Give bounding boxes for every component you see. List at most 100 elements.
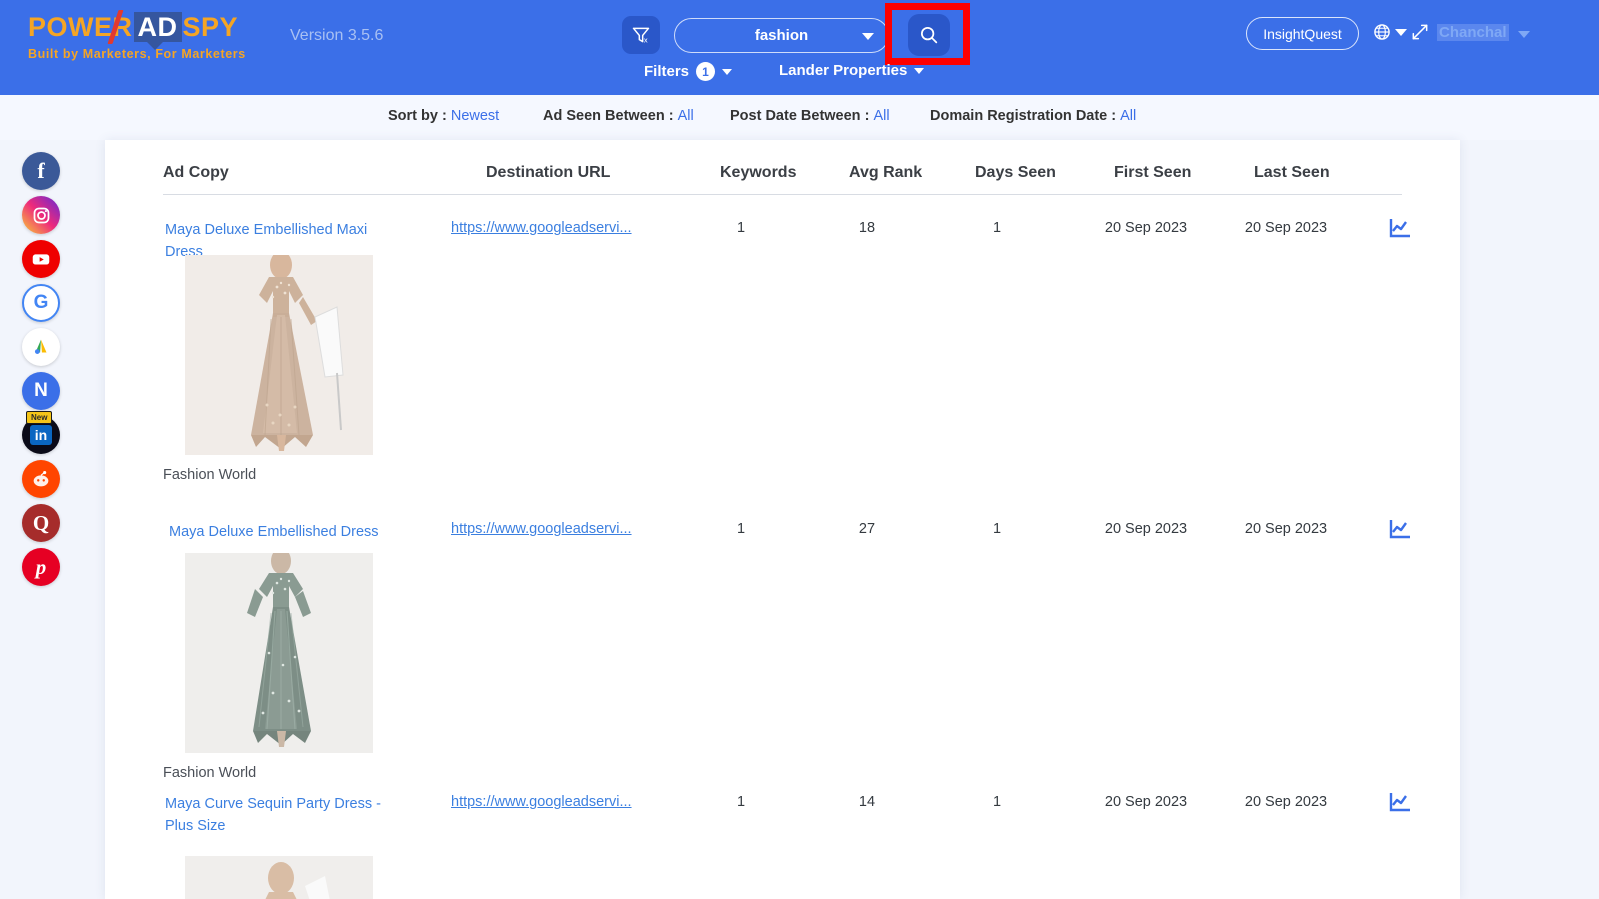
ad-thumbnail[interactable] <box>185 255 373 455</box>
platform-sidebar: f G N in New Q p <box>0 140 88 899</box>
expand-icon <box>1412 24 1428 40</box>
column-header-keywords[interactable]: Keywords <box>720 164 796 182</box>
column-header-destination-url[interactable]: Destination URL <box>486 164 610 182</box>
search-input[interactable]: fashion <box>674 18 889 53</box>
table-row: Maya Deluxe Embellished Dress https://ww… <box>105 473 1460 781</box>
ad-copy-link[interactable]: Maya Deluxe Embellished Dress <box>169 521 409 543</box>
destination-url-link[interactable]: https://www.googleadservi... <box>451 220 632 236</box>
dress-image <box>185 553 373 753</box>
sidebar-item-youtube[interactable] <box>22 240 60 278</box>
last-seen-value: 20 Sep 2023 <box>1244 220 1328 236</box>
first-seen-value: 20 Sep 2023 <box>1104 794 1188 810</box>
trend-chart-button[interactable] <box>1388 518 1412 545</box>
quora-icon: Q <box>32 510 50 535</box>
sidebar-item-quora[interactable]: Q <box>22 504 60 542</box>
chevron-down-icon[interactable] <box>862 33 874 40</box>
logo[interactable]: POWER AD SPY Built by Marketers, For Marke… <box>28 10 268 61</box>
sort-by-label: Sort by : <box>388 108 447 124</box>
dress-image <box>185 255 373 455</box>
chevron-down-icon <box>1395 29 1407 36</box>
chevron-down-icon <box>722 68 733 75</box>
days-seen-value: 1 <box>992 220 1002 236</box>
keywords-value: 1 <box>736 220 746 236</box>
sidebar-item-pinterest[interactable]: p <box>22 548 60 586</box>
table-row: Maya Deluxe Embellished Maxi Dress https… <box>105 195 1460 483</box>
globe-icon <box>1374 24 1390 40</box>
sidebar-item-native[interactable]: N <box>22 372 60 410</box>
table-header-row: Ad Copy Destination URL Keywords Avg Ran… <box>163 140 1402 195</box>
avg-rank-value: 14 <box>858 794 876 810</box>
last-seen-value: 20 Sep 2023 <box>1244 521 1328 537</box>
sidebar-item-google-ads[interactable] <box>22 328 60 366</box>
ad-thumbnail[interactable] <box>185 856 373 899</box>
destination-url-link[interactable]: https://www.googleadservi... <box>451 794 632 810</box>
trend-chart-icon <box>1389 219 1410 238</box>
lander-properties-label: Lander Properties <box>779 62 908 79</box>
domain-registration-date-control[interactable]: Domain Registration Date : All <box>930 108 1136 124</box>
language-selector[interactable] <box>1372 22 1392 47</box>
lander-properties-dropdown[interactable]: Lander Properties <box>779 62 925 79</box>
ad-copy-link[interactable]: Maya Curve Sequin Party Dress - Plus Siz… <box>165 793 405 837</box>
trend-chart-button[interactable] <box>1388 791 1412 818</box>
table-row: Maya Curve Sequin Party Dress - Plus Siz… <box>105 753 1460 899</box>
search-button[interactable] <box>908 14 950 56</box>
clear-filters-button[interactable]: x <box>622 16 660 54</box>
pinterest-icon: p <box>35 554 47 579</box>
sidebar-item-google[interactable]: G <box>22 284 60 322</box>
version-label: Version 3.5.6 <box>290 27 384 44</box>
linkedin-icon: in <box>29 425 53 445</box>
facebook-icon: f <box>37 158 45 183</box>
reddit-icon <box>33 471 49 487</box>
column-header-first-seen[interactable]: First Seen <box>1114 164 1191 182</box>
dress-image <box>185 856 373 899</box>
user-menu-caret[interactable] <box>1518 31 1530 38</box>
search-value: fashion <box>754 27 809 44</box>
destination-url-link[interactable]: https://www.googleadservi... <box>451 521 632 537</box>
domain-reg-value: All <box>1120 108 1137 124</box>
ads-results-card: Ad Copy Destination URL Keywords Avg Ran… <box>105 140 1460 899</box>
google-ads-icon <box>34 339 47 354</box>
domain-reg-label: Domain Registration Date : <box>930 108 1117 124</box>
column-header-ad-copy[interactable]: Ad Copy <box>163 164 229 182</box>
filter-x-icon: x <box>632 27 650 45</box>
post-date-between-control[interactable]: Post Date Between : All <box>730 108 890 124</box>
header-subnav: Filters 1 Lander Properties <box>0 62 1599 92</box>
ad-seen-between-control[interactable]: Ad Seen Between : All <box>543 108 694 124</box>
user-menu[interactable]: Chanchal <box>1437 24 1509 41</box>
avg-rank-value: 18 <box>858 220 876 236</box>
column-header-days-seen[interactable]: Days Seen <box>975 164 1056 182</box>
sort-by-control[interactable]: Sort by : Newest <box>388 108 499 124</box>
chevron-down-icon <box>914 67 925 74</box>
language-caret[interactable] <box>1395 29 1407 36</box>
avg-rank-value: 27 <box>858 521 876 537</box>
first-seen-value: 20 Sep 2023 <box>1104 220 1188 236</box>
ad-thumbnail[interactable] <box>185 553 373 753</box>
youtube-icon <box>32 254 50 265</box>
logo-ad: AD <box>133 12 182 50</box>
fullscreen-button[interactable] <box>1410 22 1430 47</box>
keywords-value: 1 <box>736 521 746 537</box>
filters-label: Filters <box>644 63 690 80</box>
days-seen-value: 1 <box>992 794 1002 810</box>
sidebar-item-linkedin[interactable]: in New <box>22 411 60 454</box>
logo-text: POWER AD SPY <box>28 10 268 50</box>
sort-by-value: Newest <box>450 108 500 124</box>
trend-chart-icon <box>1389 793 1410 812</box>
sidebar-item-instagram[interactable] <box>22 196 60 234</box>
ad-seen-value: All <box>677 108 694 124</box>
instagram-icon <box>33 207 49 223</box>
keywords-value: 1 <box>736 794 746 810</box>
post-date-value: All <box>873 108 890 124</box>
new-badge: New <box>26 411 53 424</box>
ad-seen-label: Ad Seen Between : <box>543 108 674 124</box>
column-header-avg-rank[interactable]: Avg Rank <box>849 164 922 182</box>
sidebar-item-reddit[interactable] <box>22 460 60 498</box>
filters-dropdown[interactable]: Filters 1 <box>644 62 733 81</box>
days-seen-value: 1 <box>992 521 1002 537</box>
trend-chart-button[interactable] <box>1388 217 1412 244</box>
sidebar-item-facebook[interactable]: f <box>22 152 60 190</box>
trend-chart-icon <box>1389 520 1410 539</box>
insightquest-button[interactable]: InsightQuest <box>1246 17 1359 50</box>
column-header-last-seen[interactable]: Last Seen <box>1254 164 1330 182</box>
filters-count-badge: 1 <box>696 62 716 81</box>
